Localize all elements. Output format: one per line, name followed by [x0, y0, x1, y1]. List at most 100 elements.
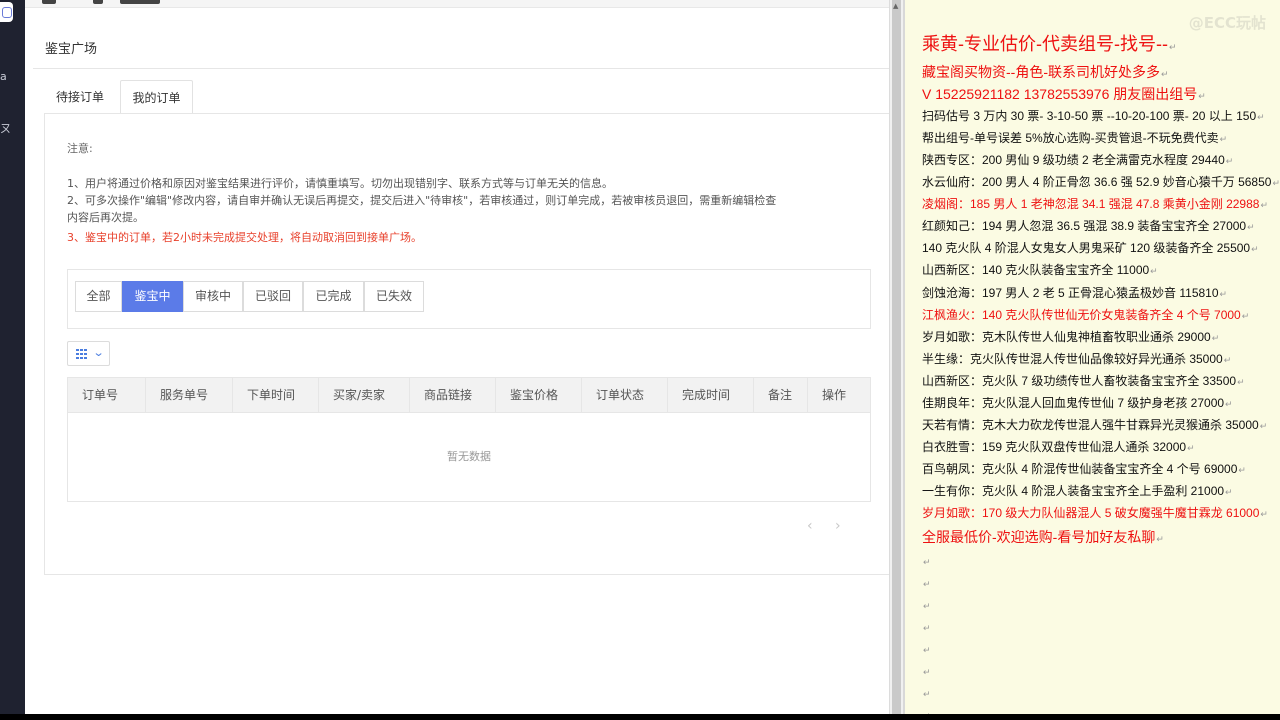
paragraph-mark-icon: ↵: [1247, 222, 1255, 232]
paragraph-mark-icon: ↵: [1211, 333, 1220, 343]
document-line-text: 扫码估号 3 万内 30 票- 3-10-50 票 --10-20-100 票-…: [922, 109, 1257, 123]
main-content: 鉴宝广场 待接订单 我的订单 注意: 1、用户将通过价格和原因对鉴宝结果进行评价…: [25, 0, 889, 714]
vertical-scrollbar[interactable]: ▲: [889, 0, 903, 714]
document-line-text: 半生缘：克火队传世混人传世仙品像较好异光通杀 35000: [922, 352, 1223, 366]
document-line-text: 全服最低价-欢迎选购-看号加好友私聊: [922, 529, 1156, 545]
document-line-text: 藏宝阁买物资--角色-联系司机好处多多: [922, 64, 1160, 80]
document-page: @ECC玩帖 乘黄-专业估价-代卖组号-找号--↵ 藏宝阁买物资--角色-联系司机…: [903, 0, 1280, 714]
paragraph-mark-icon: ↵: [1219, 289, 1228, 299]
paragraph-mark-icon: ↵: [1150, 266, 1158, 276]
document-line: 红颜知己：194 男人忽混 36.5 强混 38.9 装备宝宝齐全 27000↵: [922, 217, 1255, 234]
page-title: 鉴宝广场: [45, 42, 98, 57]
document-line: 全服最低价-欢迎选购-看号加好友私聊↵: [922, 527, 1164, 547]
screen: a ㄡ 鉴宝广场 待接订单 我的订单 注意: 1、用户将通过价格和原因对鉴宝结果…: [0, 0, 1280, 720]
paragraph-mark-icon: ↵: [1223, 355, 1232, 365]
paragraph-mark-icon: ↵: [923, 623, 931, 633]
document-line: 剑蚀沧海：197 男人 2 老 5 正骨混心猿孟极妙音 115810↵: [922, 284, 1227, 301]
document-line: 白衣胜雪：159 克火队双盘传世仙混人通杀 32000↵: [922, 438, 1195, 455]
paragraph-mark-icon: ↵: [923, 689, 931, 699]
column-header[interactable]: 订单状态: [582, 378, 668, 413]
column-header[interactable]: 买家/卖家: [319, 378, 410, 413]
document-line: 百鸟朝凤：克火队 4 阶混传世仙装备宝宝齐全 4 个号 69000↵: [922, 460, 1246, 477]
paragraph-mark-icon: ↵: [1251, 244, 1259, 254]
document-line: 水云仙府：200 男人 4 阶正骨忽 36.6 强 52.9 妙音心猿千万 56…: [922, 173, 1280, 190]
document-line: 江枫渔火：140 克火队传世仙无价女鬼装备齐全 4 个号 7000↵: [922, 306, 1249, 323]
column-header[interactable]: 商品链接: [410, 378, 496, 413]
filter-rejected-button[interactable]: 已驳回: [243, 281, 303, 312]
paragraph-mark-icon: ↵: [1198, 91, 1206, 101]
paragraph-mark-icon: ↵: [1187, 443, 1195, 453]
empty-paragraph-line: ↵: [922, 706, 931, 714]
orders-panel: 注意: 1、用户将通过价格和原因对鉴宝结果进行评价，请慎重填写。切勿出现错别字、…: [44, 113, 889, 575]
avatar[interactable]: [0, 2, 13, 22]
orders-table: 订单号 服务单号 下单时间 买家/卖家 商品链接 鉴宝价格 订单状态 完成时间 …: [67, 377, 871, 502]
document-line-text: 剑蚀沧海：197 男人 2 老 5 正骨混心猿孟极妙音 115810: [922, 286, 1219, 300]
empty-paragraph-line: ↵: [922, 640, 931, 658]
chevron-down-icon: ⌄: [92, 346, 105, 359]
filter-expired-button[interactable]: 已失效: [364, 281, 424, 312]
column-selector-dropdown[interactable]: ⌄: [67, 341, 110, 366]
paragraph-mark-icon: ↵: [1257, 112, 1265, 122]
document-line: 陕西专区：200 男仙 9 级功绩 2 老全满雷克水程度 29440↵: [922, 151, 1233, 168]
filter-all-button[interactable]: 全部: [75, 281, 122, 312]
divider: [33, 68, 889, 69]
document-line-text: 帮出组号-单号误差 5%放心选购-买贵管退-不玩免费代卖: [922, 131, 1219, 145]
document-line: 山西新区：140 克火队装备宝宝齐全 11000↵: [922, 261, 1158, 278]
tab-my-orders[interactable]: 我的订单: [120, 80, 193, 114]
empty-paragraph-line: ↵: [922, 684, 931, 702]
notice-line: 1、用户将通过价格和原因对鉴宝结果进行评价，请慎重填写。切勿出现错别字、联系方式…: [67, 177, 613, 190]
document-line-text: 凌烟阁：185 男人 1 老神忽混 34.1 强混 47.8 乘黄小金刚 229…: [922, 197, 1260, 211]
prev-page-button[interactable]: ‹: [807, 518, 813, 534]
document-line-text: 岁月如歌：克木队传世人仙鬼神植畜牧职业通杀 29000: [922, 330, 1211, 344]
column-header[interactable]: 操作: [808, 378, 870, 413]
column-header[interactable]: 订单号: [68, 378, 146, 413]
paragraph-mark-icon: ↵: [1156, 534, 1164, 544]
empty-paragraph-line: ↵: [922, 552, 931, 570]
column-header[interactable]: 服务单号: [146, 378, 233, 413]
paragraph-mark-icon: ↵: [1225, 487, 1233, 497]
bottom-bar: [0, 714, 1280, 720]
document-line: 帮出组号-单号误差 5%放心选购-买贵管退-不玩免费代卖↵: [922, 129, 1227, 146]
paragraph-mark-icon: ↵: [923, 579, 931, 589]
filter-reviewing-button[interactable]: 审核中: [183, 281, 243, 312]
tab-pending-orders[interactable]: 待接订单: [45, 80, 115, 114]
scrollbar-thumb[interactable]: [892, 0, 901, 714]
sidebar-glyph[interactable]: ㄡ: [0, 120, 11, 136]
notice-warning: 3、鉴宝中的订单，若2小时未完成提交处理，将自动取消回到接单广场。: [67, 231, 422, 244]
sidebar-glyph[interactable]: a: [0, 70, 7, 83]
document-line: 凌烟阁：185 男人 1 老神忽混 34.1 强混 47.8 乘黄小金刚 229…: [922, 195, 1268, 212]
document-line-text: 百鸟朝凤：克火队 4 阶混传世仙装备宝宝齐全 4 个号 69000: [922, 462, 1238, 476]
document-line: 佳期良年：克火队混人回血鬼传世仙 7 级护身老孩 27000↵: [922, 394, 1233, 411]
paragraph-mark-icon: ↵: [1168, 42, 1177, 52]
paragraph-mark-icon: ↵: [1272, 178, 1280, 188]
document-line-text: 140 克火队 4 阶混人女鬼女人男鬼采矿 120 级装备齐全 25500: [922, 241, 1251, 255]
paragraph-mark-icon: ↵: [1260, 509, 1268, 519]
document-line: 山西新区：克火队 7 级功绩传世人畜牧装备宝宝齐全 33500↵: [922, 372, 1245, 389]
paragraph-mark-icon: ↵: [1225, 156, 1234, 166]
column-header[interactable]: 备注: [754, 378, 808, 413]
filter-appraising-button[interactable]: 鉴宝中: [122, 281, 183, 312]
column-header[interactable]: 鉴宝价格: [496, 378, 582, 413]
column-header[interactable]: 完成时间: [668, 378, 754, 413]
paragraph-mark-icon: ↵: [1219, 134, 1228, 144]
document-line: V 15225921182 13782553976 朋友圈出组号↵: [922, 84, 1206, 104]
left-sidebar: a ㄡ: [0, 0, 25, 714]
column-header[interactable]: 下单时间: [233, 378, 319, 413]
empty-paragraph-line: ↵: [922, 596, 931, 614]
paragraph-mark-icon: ↵: [923, 601, 931, 611]
next-page-button[interactable]: ›: [835, 518, 841, 534]
paragraph-mark-icon: ↵: [923, 557, 931, 567]
paragraph-mark-icon: ↵: [1260, 200, 1268, 210]
document-line: 半生缘：克火队传世混人传世仙品像较好异光通杀 35000↵: [922, 350, 1231, 367]
watermark: @ECC玩帖: [1188, 14, 1266, 32]
document-line: 140 克火队 4 阶混人女鬼女人男鬼采矿 120 级装备齐全 25500↵: [922, 239, 1259, 256]
document-line-text: 山西新区：140 克火队装备宝宝齐全 11000: [922, 263, 1150, 277]
notice-line: 内容后再次提。: [67, 211, 144, 224]
empty-paragraph-line: ↵: [922, 662, 931, 680]
document-line-text: 天若有情：克木大力砍龙传世混人强牛甘霖异光灵猴通杀 35000: [922, 418, 1259, 432]
document-line-text: 乘黄-专业估价-代卖组号-找号--: [922, 34, 1168, 54]
scroll-up-icon[interactable]: ▲: [893, 2, 898, 10]
table-header: 订单号 服务单号 下单时间 买家/卖家 商品链接 鉴宝价格 订单状态 完成时间 …: [68, 378, 870, 413]
filter-completed-button[interactable]: 已完成: [303, 281, 364, 312]
empty-state-text: 暂无数据: [447, 450, 491, 463]
